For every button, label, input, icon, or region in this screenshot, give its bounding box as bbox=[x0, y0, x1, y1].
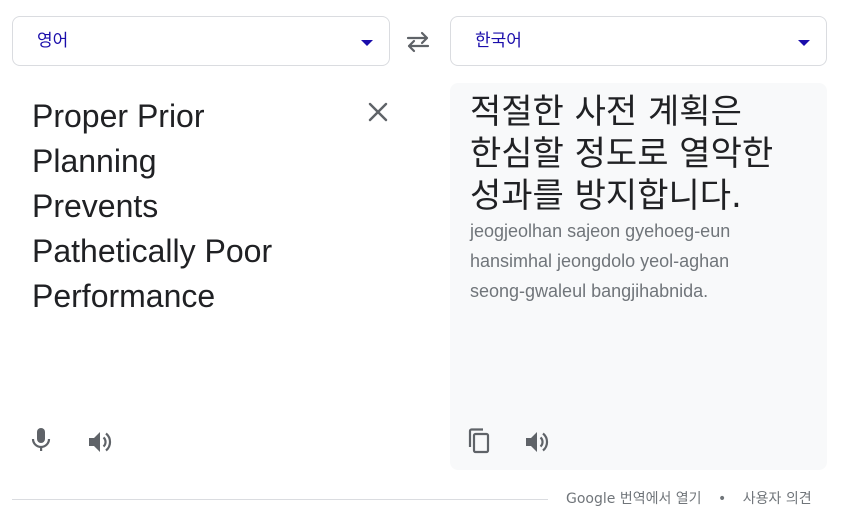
target-language-select[interactable]: 한국어 bbox=[450, 16, 827, 66]
copy-translation-button[interactable] bbox=[464, 425, 496, 457]
target-language-label: 한국어 bbox=[475, 31, 522, 51]
translation-line: 성과를 방지합니다. bbox=[470, 176, 742, 216]
translation-line: 한심할 정도로 열악한 bbox=[470, 134, 774, 174]
romanization-line: hansimhal jeongdolo yeol-aghan bbox=[470, 251, 730, 271]
swap-languages-button[interactable] bbox=[403, 28, 433, 56]
translation-panel: 적절한 사전 계획은 한심할 정도로 열악한 성과를 방지합니다. jeogje… bbox=[450, 83, 827, 470]
source-text-line: Planning bbox=[32, 143, 157, 179]
translation-line: 적절한 사전 계획은 bbox=[470, 92, 742, 132]
footer-divider bbox=[12, 499, 548, 500]
translation-text: 적절한 사전 계획은 한심할 정도로 열악한 성과를 방지합니다. bbox=[470, 91, 815, 217]
source-text-line: Prevents bbox=[32, 188, 159, 224]
listen-source-button[interactable] bbox=[85, 426, 117, 458]
feedback-link[interactable]: 사용자 의견 bbox=[743, 491, 812, 507]
close-icon bbox=[368, 102, 388, 122]
source-text-line: Performance bbox=[32, 278, 216, 314]
open-in-google-translate-link[interactable]: Google 번역에서 열기 bbox=[566, 491, 702, 507]
swap-arrows-icon bbox=[406, 31, 430, 53]
speaker-icon bbox=[89, 432, 112, 452]
microphone-icon bbox=[31, 428, 51, 451]
source-language-label: 영어 bbox=[37, 31, 69, 51]
translate-widget: 영어 한국어 Proper Prior Planning Prevents Pa… bbox=[0, 0, 847, 517]
listen-translation-button[interactable] bbox=[522, 426, 554, 458]
chevron-down-icon bbox=[361, 40, 373, 46]
romanization-line: jeogjeolhan sajeon gyehoeg-eun bbox=[470, 221, 731, 241]
source-text-input[interactable]: Proper Prior Planning Prevents Pathetica… bbox=[32, 94, 362, 319]
clear-text-button[interactable] bbox=[364, 98, 392, 126]
voice-input-button[interactable] bbox=[25, 424, 57, 456]
source-text-line: Pathetically Poor bbox=[32, 233, 273, 269]
chevron-down-icon bbox=[798, 40, 810, 46]
speaker-icon bbox=[526, 432, 549, 452]
footer: Google 번역에서 열기 • 사용자 의견 bbox=[566, 489, 812, 509]
romanization-text: jeogjeolhan sajeon gyehoeg-eun hansimhal… bbox=[470, 216, 815, 306]
footer-separator: • bbox=[718, 491, 727, 507]
source-language-select[interactable]: 영어 bbox=[12, 16, 390, 66]
romanization-line: seong-gwaleul bangjihabnida. bbox=[470, 281, 709, 301]
source-text-line: Proper Prior bbox=[32, 98, 205, 134]
copy-icon bbox=[468, 428, 490, 454]
